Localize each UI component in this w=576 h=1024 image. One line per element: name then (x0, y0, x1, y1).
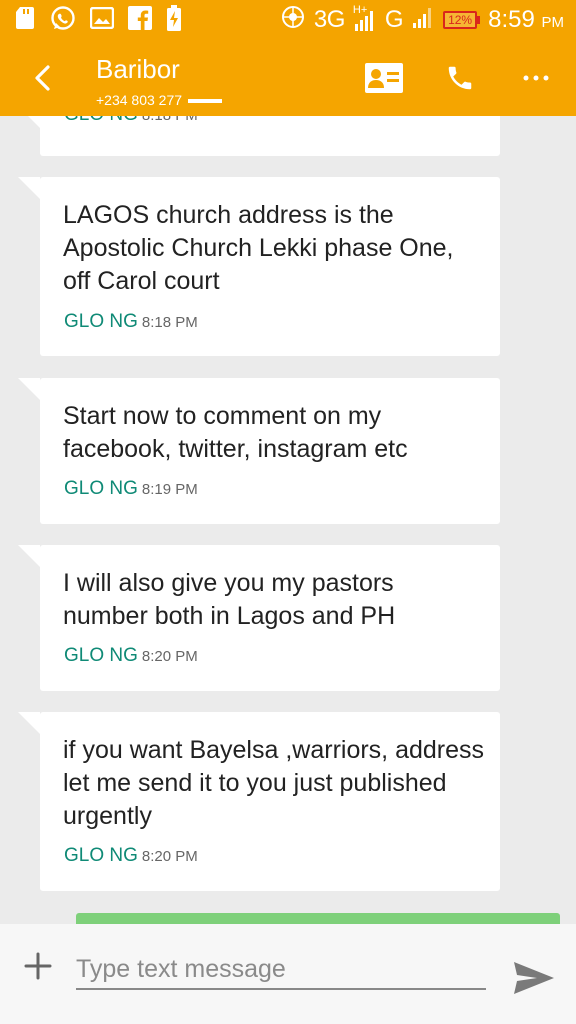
signal-icon-2 (411, 5, 435, 35)
message-meta: GLO NG 8:18 PM (64, 116, 198, 126)
gallery-icon (89, 6, 115, 34)
add-attachment-button[interactable] (18, 946, 58, 986)
whatsapp-icon (50, 5, 76, 36)
message-text: Start now to comment on my facebook, twi… (63, 402, 408, 463)
message-text: I will also give you my pastors number b… (63, 569, 396, 630)
message-sender: GLO NG (64, 845, 138, 866)
sd-card-icon (16, 6, 36, 35)
message-sender: GLO NG (64, 645, 138, 666)
send-icon (514, 962, 554, 994)
battery-charging-icon (166, 4, 182, 36)
message-input[interactable] (76, 950, 486, 990)
phone-icon (448, 66, 472, 90)
message-bubble[interactable]: GLO NG 8:18 PM (18, 116, 500, 156)
clock: 8:59 PM (488, 6, 564, 34)
battery-tip (477, 16, 481, 24)
message-meta: GLO NG 8:19 PM (64, 478, 198, 500)
contact-number-line: +234 803 277 (96, 92, 222, 108)
message-time: 8:18 PM (141, 314, 198, 331)
message-bubble[interactable]: I will also give you my pastors number b… (18, 545, 500, 691)
clock-time: 8:59 (488, 6, 535, 33)
plus-icon (24, 952, 52, 980)
back-arrow-icon (35, 65, 50, 91)
network-type-label: 3G (313, 6, 346, 33)
message-meta: GLO NG8:18 PM (64, 311, 198, 333)
message-thread[interactable]: GLO NG8:18 PM LAGOS church address is th… (0, 116, 576, 924)
back-button[interactable] (28, 62, 60, 94)
message-bubble[interactable]: if you want Bayelsa ,warriors, address l… (18, 712, 500, 891)
message-meta: GLO NG 8:20 PM (64, 845, 198, 867)
send-button[interactable] (512, 960, 556, 1000)
signal-icon: H+ (353, 4, 377, 32)
call-button[interactable] (440, 60, 480, 96)
contact-name: Baribor (96, 54, 180, 84)
contact-card-icon (365, 63, 403, 93)
conversation-header: Baribor +234 803 277 (0, 40, 576, 116)
battery-level: 12% (443, 11, 478, 29)
system-icons: 3G H+ G 12% 8:59 PM (280, 4, 564, 36)
clock-ampm: PM (541, 14, 565, 31)
more-dots-icon (523, 75, 549, 81)
message-text: if you want Bayelsa ,warriors, address l… (63, 736, 485, 830)
battery-indicator: 12% (443, 11, 481, 29)
hotspot-icon (280, 4, 306, 36)
facebook-icon (128, 5, 152, 35)
redaction-scribble (187, 99, 222, 104)
more-options-button[interactable] (516, 60, 556, 96)
message-time: 8:19 PM (141, 481, 198, 498)
notification-icons (16, 4, 182, 36)
message-sender: GLO NG (64, 478, 138, 499)
message-bubble[interactable]: LAGOS church address is the Apostolic Ch… (18, 177, 500, 356)
message-time: 8:20 PM (141, 648, 198, 665)
status-bar: 3G H+ G 12% 8:59 PM (0, 0, 576, 40)
message-sender: GLO NG (64, 116, 138, 125)
message-time: 8:20 PM (141, 848, 198, 865)
message-sender: GLO NG (64, 311, 138, 332)
message-meta: GLO NG 8:20 PM (64, 645, 198, 667)
network-type-label-2: G (384, 6, 404, 33)
message-time: 8:18 PM (142, 116, 198, 124)
message-composer (0, 924, 576, 1024)
contact-number: +234 803 277 (96, 92, 186, 108)
message-text: LAGOS church address is the Apostolic Ch… (63, 201, 454, 295)
contact-details-button[interactable] (364, 60, 404, 96)
message-bubble[interactable]: Start now to comment on my facebook, twi… (18, 378, 500, 524)
